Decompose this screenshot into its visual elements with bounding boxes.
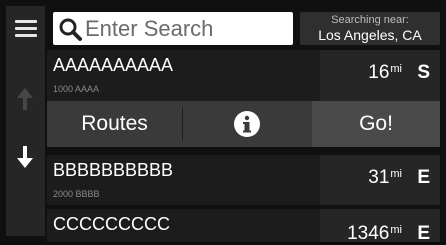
searching-near-button[interactable]: Searching near: Los Angeles, CA: [300, 12, 440, 45]
result-direction: E: [417, 167, 430, 188]
distance-unit: mi: [390, 63, 402, 75]
distance-unit: mi: [390, 168, 402, 180]
result-distance: 16mi: [368, 62, 402, 83]
result-action-bar: Routes Go!: [47, 101, 440, 147]
distance-unit: mi: [390, 224, 402, 236]
left-rail: [6, 6, 45, 236]
routes-button[interactable]: Routes: [47, 101, 182, 147]
search-icon: [59, 18, 82, 41]
search-placeholder: Enter Search: [85, 15, 214, 41]
list-item[interactable]: AAAAAAAAAA 1000 AAAA 16mi S: [47, 50, 440, 101]
searching-near-label: Searching near:: [331, 14, 409, 26]
result-address: 1000 AAAA: [53, 84, 100, 94]
info-button[interactable]: [182, 101, 312, 147]
result-distance-area: 1346mi E: [320, 209, 440, 244]
result-address: 2000 BBBB: [53, 189, 100, 199]
result-distance-area: 16mi S: [320, 50, 440, 101]
navigation-search-screen: Enter Search Searching near: Los Angeles…: [0, 0, 446, 244]
result-name: BBBBBBBBBB: [53, 160, 174, 180]
info-icon: [234, 111, 260, 137]
result-name: AAAAAAAAAA: [53, 55, 174, 75]
list-item[interactable]: CCCCCCCCC 1346mi E: [47, 209, 440, 244]
result-distance-area: 31mi E: [320, 155, 440, 205]
menu-icon[interactable]: [12, 16, 40, 40]
result-distance: 31mi: [368, 167, 402, 188]
go-button[interactable]: Go!: [312, 101, 440, 147]
result-direction: S: [417, 62, 430, 83]
searching-near-value: Los Angeles, CA: [318, 27, 422, 43]
result-name: CCCCCCCCC: [53, 214, 170, 234]
search-input[interactable]: Enter Search: [53, 12, 293, 45]
list-item[interactable]: BBBBBBBBBB 2000 BBBB 31mi E: [47, 155, 440, 205]
arrow-down-icon[interactable]: [15, 144, 35, 170]
arrow-up-icon[interactable]: [15, 86, 35, 112]
